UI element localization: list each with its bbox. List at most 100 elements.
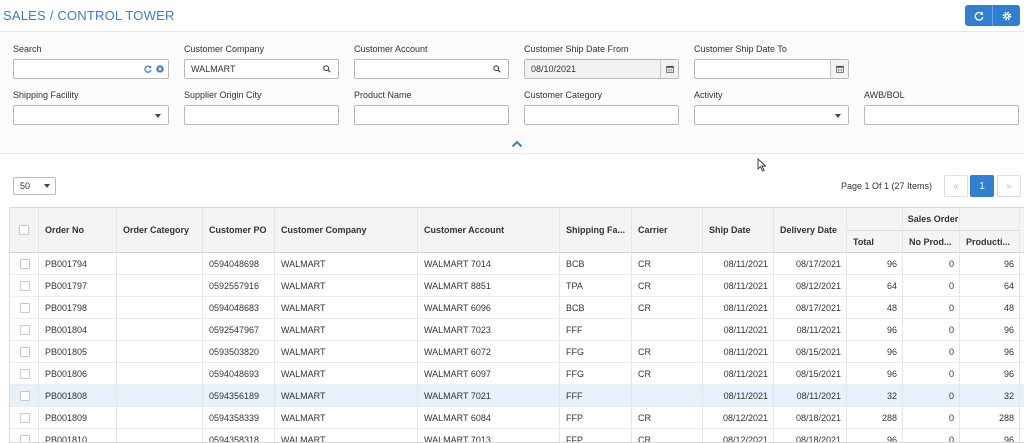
- ship-date-to-field[interactable]: [694, 59, 849, 79]
- page-1-button[interactable]: 1: [970, 175, 994, 197]
- cell-production: 96: [1003, 435, 1014, 443]
- search-icon[interactable]: [488, 60, 506, 78]
- refresh-icon: [974, 11, 983, 21]
- cell-customer-account: WALMART 7014: [424, 259, 491, 269]
- col-carrier[interactable]: Carrier: [632, 208, 703, 252]
- calendar-icon[interactable]: [660, 60, 678, 78]
- prev-page-button[interactable]: «: [944, 175, 968, 197]
- cell-customer-po: 0594048683: [209, 303, 260, 313]
- cell-delivery-date: 08/17/2021: [795, 303, 841, 313]
- row-checkbox-cell: [10, 275, 39, 297]
- row-checkbox[interactable]: [19, 391, 30, 401]
- col-customer-account[interactable]: Customer Account: [418, 208, 560, 252]
- ship-date-from-field[interactable]: 08/10/2021: [524, 59, 679, 79]
- cell-production: 48: [1003, 303, 1014, 313]
- next-page-button[interactable]: »: [997, 175, 1021, 197]
- col-shipping-facility[interactable]: Shipping Fa...: [560, 208, 632, 252]
- cell-order-no: PB001797: [45, 281, 88, 291]
- customer-company-field[interactable]: WALMART: [184, 59, 339, 79]
- table-row[interactable]: PB001808 0594356189 WALMART WALMART 7021 FFF…: [10, 385, 1024, 407]
- cell-customer-account: WALMART 6096: [424, 303, 491, 313]
- search-icon[interactable]: [318, 60, 336, 78]
- col-order-no[interactable]: Order No: [39, 208, 117, 252]
- row-checkbox[interactable]: [19, 303, 30, 313]
- cell-order-category: [117, 297, 203, 319]
- col-production[interactable]: Producti...: [960, 230, 1020, 252]
- table-row[interactable]: PB001794 0594048698 WALMART WALMART 7014 BCB…: [10, 253, 1024, 275]
- customer-account-field[interactable]: [354, 59, 509, 79]
- cell-ship-date: 08/11/2021: [723, 259, 768, 269]
- row-checkbox[interactable]: [19, 281, 30, 291]
- col-ship-date[interactable]: Ship Date: [703, 208, 774, 252]
- row-checkbox[interactable]: [19, 369, 30, 379]
- row-checkbox[interactable]: [19, 259, 30, 269]
- cell-order-category: [117, 341, 203, 363]
- cell-ship-date: 08/11/2021: [723, 369, 768, 379]
- product-name-field[interactable]: [354, 105, 509, 125]
- settings-button[interactable]: [992, 5, 1020, 26]
- column-divider: [631, 208, 632, 442]
- calendar-icon[interactable]: [830, 60, 848, 78]
- row-checkbox-cell: [10, 319, 39, 341]
- cell-customer-account: WALMART 7013: [424, 435, 491, 443]
- cell-ship-date: 08/11/2021: [723, 325, 768, 335]
- table-row[interactable]: PB001810 0594358318 WALMART WALMART 7013 FFP…: [10, 429, 1024, 443]
- search-label: Search: [13, 44, 42, 54]
- supplier-origin-city-field[interactable]: [184, 105, 339, 125]
- cell-no-prod: 0: [948, 281, 954, 291]
- cell-customer-account: WALMART 6084: [424, 413, 491, 423]
- table-row[interactable]: PB001806 0594048693 WALMART WALMART 6097 FFG…: [10, 363, 1024, 385]
- cell-customer-account: WALMART 7023: [424, 325, 491, 335]
- table-row[interactable]: PB001797 0592557916 WALMART WALMART 8851 TPA…: [10, 275, 1024, 297]
- awb-bol-field[interactable]: [864, 105, 1019, 125]
- cell-shipping-facility: BCB: [566, 259, 585, 269]
- search-input[interactable]: [13, 59, 169, 79]
- cell-production: 32: [1003, 391, 1014, 401]
- col-delivery-date[interactable]: Delivery Date: [774, 208, 847, 252]
- table-row[interactable]: PB001804 0592547967 WALMART WALMART 7023 FFF…: [10, 319, 1024, 341]
- shipping-facility-select[interactable]: [13, 105, 169, 125]
- chevron-up-icon[interactable]: [511, 140, 523, 148]
- cell-production: 96: [1003, 369, 1014, 379]
- table-row[interactable]: PB001805 0593503820 WALMART WALMART 6072 FFG…: [10, 341, 1024, 363]
- customer-account-label: Customer Account: [354, 44, 428, 54]
- shipping-facility-label: Shipping Facility: [13, 90, 79, 100]
- row-checkbox-cell: [10, 385, 39, 407]
- clear-search-icon[interactable]: [154, 60, 166, 78]
- cell-customer-po: 0592547967: [209, 325, 260, 335]
- refresh-search-icon[interactable]: [142, 60, 154, 78]
- col-order-category[interactable]: Order Category: [117, 208, 203, 252]
- table-row[interactable]: PB001798 0594048683 WALMART WALMART 6096 BCB…: [10, 297, 1024, 319]
- row-checkbox-cell: [10, 363, 39, 385]
- page-size-select[interactable]: 50: [13, 177, 56, 195]
- header-button-group: [965, 5, 1020, 26]
- col-customer-po[interactable]: Customer PO: [203, 208, 275, 252]
- col-total[interactable]: Total: [847, 230, 903, 252]
- table-row[interactable]: PB001809 0594358339 WALMART WALMART 6084 FFP…: [10, 407, 1024, 429]
- select-all-checkbox[interactable]: [19, 225, 29, 235]
- row-checkbox[interactable]: [19, 325, 30, 335]
- column-divider: [202, 208, 203, 442]
- customer-category-field[interactable]: [524, 105, 679, 125]
- cell-shipping-facility: FFF: [566, 325, 583, 335]
- cell-no-prod: 0: [948, 325, 954, 335]
- cell-carrier: CR: [638, 259, 651, 269]
- cell-ship-date: 08/11/2021: [723, 303, 768, 313]
- refresh-button[interactable]: [965, 5, 992, 26]
- cell-carrier: CR: [638, 435, 651, 443]
- cell-delivery-date: 08/18/2021: [795, 435, 841, 443]
- cell-order-category: [117, 275, 203, 297]
- cell-production: 288: [998, 413, 1014, 423]
- customer-company-label: Customer Company: [184, 44, 265, 54]
- col-customer-company[interactable]: Customer Company: [275, 208, 418, 252]
- row-checkbox[interactable]: [19, 347, 30, 357]
- activity-select[interactable]: [694, 105, 849, 125]
- ship-date-from-value: 08/10/2021: [531, 64, 577, 74]
- cell-ship-date: 08/11/2021: [723, 347, 768, 357]
- cell-customer-account: WALMART 6072: [424, 347, 491, 357]
- column-divider: [559, 208, 560, 442]
- row-checkbox[interactable]: [19, 413, 30, 423]
- col-no-prod[interactable]: No Prod...: [903, 230, 960, 252]
- row-checkbox[interactable]: [19, 435, 30, 442]
- cell-customer-company: WALMART: [281, 303, 326, 313]
